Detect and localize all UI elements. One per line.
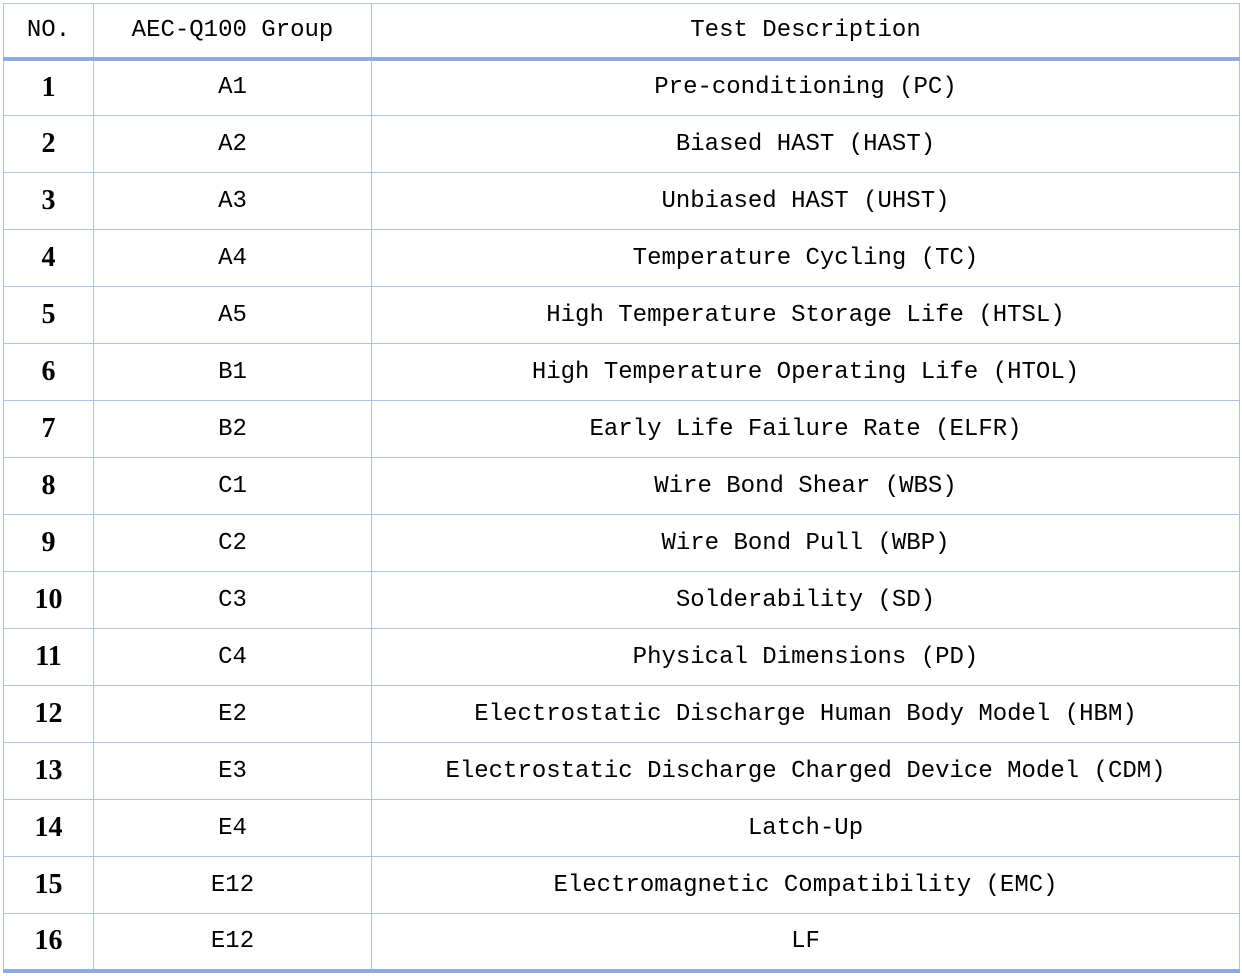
cell-group: A1 [94,59,372,116]
cell-group: C1 [94,458,372,515]
cell-group: C3 [94,572,372,629]
cell-description: Solderability (SD) [372,572,1240,629]
cell-description: Early Life Failure Rate (ELFR) [372,401,1240,458]
cell-group: E12 [94,857,372,914]
cell-description: Latch-Up [372,800,1240,857]
cell-no: 1 [4,59,94,116]
cell-description: Electromagnetic Compatibility (EMC) [372,857,1240,914]
cell-description: Electrostatic Discharge Charged Device M… [372,743,1240,800]
cell-description: Electrostatic Discharge Human Body Model… [372,686,1240,743]
cell-description: Pre-conditioning (PC) [372,59,1240,116]
cell-description: High Temperature Operating Life (HTOL) [372,344,1240,401]
cell-group: A2 [94,116,372,173]
cell-no: 5 [4,287,94,344]
table-row: 16 E12 LF [4,914,1240,971]
cell-no: 14 [4,800,94,857]
table-body: 1 A1 Pre-conditioning (PC) 2 A2 Biased H… [4,59,1240,971]
header-group: AEC-Q100 Group [94,4,372,59]
cell-no: 11 [4,629,94,686]
cell-group: C4 [94,629,372,686]
cell-description: LF [372,914,1240,971]
cell-no: 9 [4,515,94,572]
cell-group: E12 [94,914,372,971]
cell-no: 6 [4,344,94,401]
cell-no: 4 [4,230,94,287]
cell-no: 3 [4,173,94,230]
table-row: 9 C2 Wire Bond Pull (WBP) [4,515,1240,572]
table-row: 2 A2 Biased HAST (HAST) [4,116,1240,173]
header-row: NO. AEC-Q100 Group Test Description [4,4,1240,59]
cell-no: 16 [4,914,94,971]
cell-description: Unbiased HAST (UHST) [372,173,1240,230]
table-row: 4 A4 Temperature Cycling (TC) [4,230,1240,287]
cell-group: A5 [94,287,372,344]
cell-group: E4 [94,800,372,857]
cell-group: E3 [94,743,372,800]
cell-no: 15 [4,857,94,914]
table-row: 14 E4 Latch-Up [4,800,1240,857]
cell-no: 7 [4,401,94,458]
header-no: NO. [4,4,94,59]
cell-no: 10 [4,572,94,629]
cell-description: High Temperature Storage Life (HTSL) [372,287,1240,344]
cell-group: E2 [94,686,372,743]
table-row: 1 A1 Pre-conditioning (PC) [4,59,1240,116]
table-row: 12 E2 Electrostatic Discharge Human Body… [4,686,1240,743]
cell-no: 2 [4,116,94,173]
cell-group: C2 [94,515,372,572]
table-row: 8 C1 Wire Bond Shear (WBS) [4,458,1240,515]
table-row: 6 B1 High Temperature Operating Life (HT… [4,344,1240,401]
cell-description: Wire Bond Pull (WBP) [372,515,1240,572]
cell-group: B1 [94,344,372,401]
table-header: NO. AEC-Q100 Group Test Description [4,4,1240,59]
cell-no: 13 [4,743,94,800]
table-row: 3 A3 Unbiased HAST (UHST) [4,173,1240,230]
table-row: 15 E12 Electromagnetic Compatibility (EM… [4,857,1240,914]
table-row: 11 C4 Physical Dimensions (PD) [4,629,1240,686]
cell-no: 12 [4,686,94,743]
aec-q100-test-table: NO. AEC-Q100 Group Test Description 1 A1… [3,3,1240,973]
cell-description: Temperature Cycling (TC) [372,230,1240,287]
cell-group: A4 [94,230,372,287]
cell-group: A3 [94,173,372,230]
table-row: 5 A5 High Temperature Storage Life (HTSL… [4,287,1240,344]
cell-no: 8 [4,458,94,515]
document-page: NO. AEC-Q100 Group Test Description 1 A1… [0,0,1242,976]
header-description: Test Description [372,4,1240,59]
table-row: 10 C3 Solderability (SD) [4,572,1240,629]
table-row: 7 B2 Early Life Failure Rate (ELFR) [4,401,1240,458]
cell-description: Biased HAST (HAST) [372,116,1240,173]
table-row: 13 E3 Electrostatic Discharge Charged De… [4,743,1240,800]
cell-description: Wire Bond Shear (WBS) [372,458,1240,515]
cell-group: B2 [94,401,372,458]
cell-description: Physical Dimensions (PD) [372,629,1240,686]
